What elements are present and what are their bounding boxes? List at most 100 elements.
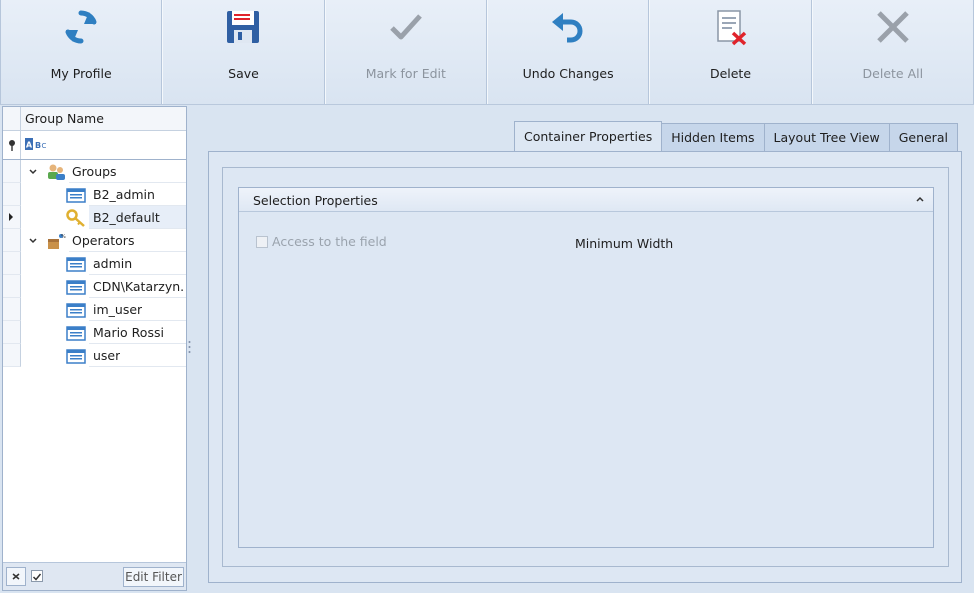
record-icon <box>66 257 86 272</box>
tree-cell: B2_default <box>89 206 186 229</box>
svg-text:%: % <box>61 234 66 240</box>
row-indicator <box>3 252 21 275</box>
svg-text:C: C <box>42 142 47 150</box>
tree-cell: im_user <box>89 298 186 321</box>
record-icon <box>66 188 86 203</box>
record-icon <box>66 326 86 341</box>
x-icon <box>877 11 909 43</box>
chevron-down-icon[interactable] <box>28 167 38 177</box>
tree-cell: user <box>89 344 186 367</box>
access-to-field-label: Access to the field <box>272 234 387 249</box>
tree-cell: admin <box>89 252 186 275</box>
checkmark-icon <box>390 14 422 40</box>
group-name-header-text: Group Name <box>25 111 104 126</box>
floppy-disk-icon <box>227 11 260 43</box>
row-indicator <box>3 160 21 183</box>
properties-tab-strip: Container Properties Hidden Items Layout… <box>514 121 958 152</box>
operators-icon: % <box>48 234 66 249</box>
tree-node-b2-admin[interactable]: B2_admin <box>3 183 186 206</box>
tree-node-mario-rossi[interactable]: Mario Rossi <box>3 321 186 344</box>
container-properties-panel: Selection Properties Access to the field… <box>222 167 949 567</box>
tree-node-user[interactable]: user <box>3 344 186 367</box>
splitter-grip-icon[interactable] <box>188 340 191 354</box>
delete-all-button[interactable]: Delete All <box>811 0 974 104</box>
delete-button[interactable]: Delete <box>649 0 812 104</box>
tab-general[interactable]: General <box>888 123 958 152</box>
tree-node-im-user[interactable]: im_user <box>3 298 186 321</box>
row-indicator <box>3 275 21 298</box>
row-indicator <box>3 344 21 367</box>
delete-all-label: Delete All <box>862 66 924 81</box>
tree-cell: Groups <box>69 160 186 183</box>
tree-cell: CDN\Katarzyn... <box>89 275 186 298</box>
tab-hidden-items[interactable]: Hidden Items <box>661 123 765 152</box>
header-indicator-cell <box>3 107 21 130</box>
tree-node-label: Operators <box>72 233 135 248</box>
my-profile-label: My Profile <box>50 66 112 81</box>
svg-text:B: B <box>35 141 41 150</box>
tree-node-label: user <box>93 348 121 363</box>
row-indicator <box>3 298 21 321</box>
abc-filter-icon[interactable]: A B C <box>25 138 47 150</box>
tree-node-cdn-katarzyna[interactable]: CDN\Katarzyn... <box>3 275 186 298</box>
save-label: Save <box>228 66 259 81</box>
tree-node-label: Groups <box>72 164 117 179</box>
auto-filter-row[interactable]: A B C <box>3 131 186 160</box>
group-tree: Groups B2_admin B2_default % Operators a… <box>3 160 186 367</box>
chevron-up-icon[interactable] <box>916 196 924 202</box>
svg-text:A: A <box>26 141 33 150</box>
tree-node-b2-default[interactable]: B2_default <box>3 206 186 229</box>
filter-panel: Edit Filter <box>3 562 186 590</box>
chevron-down-icon[interactable] <box>28 236 38 246</box>
tree-cell: B2_admin <box>89 183 186 206</box>
users-group-icon <box>48 164 65 180</box>
tree-node-admin[interactable]: admin <box>3 252 186 275</box>
row-indicator <box>3 206 21 229</box>
edit-filter-button[interactable]: Edit Filter <box>123 567 184 587</box>
row-indicator <box>3 229 21 252</box>
selection-properties-header[interactable]: Selection Properties <box>239 188 933 212</box>
my-profile-button[interactable]: My Profile <box>0 0 163 104</box>
group-name-column-header[interactable]: Group Name <box>3 107 186 131</box>
filter-enabled-checkbox[interactable] <box>31 570 43 582</box>
record-icon <box>66 349 86 364</box>
save-button[interactable]: Save <box>162 0 325 104</box>
undo-changes-label: Undo Changes <box>522 66 614 81</box>
tree-node-label: admin <box>93 256 133 271</box>
group-tree-panel: Group Name A B C Groups B2_admin B2_defa… <box>2 106 187 591</box>
minimum-width-label: Minimum Width <box>575 236 674 251</box>
undo-arrow-icon <box>552 13 583 43</box>
clear-filter-button[interactable] <box>6 567 26 586</box>
mark-for-edit-label: Mark for Edit <box>365 66 446 81</box>
tree-node-label: B2_admin <box>93 187 155 202</box>
tree-node-label: Mario Rossi <box>93 325 164 340</box>
selection-properties-title: Selection Properties <box>253 193 378 208</box>
tree-node-label: im_user <box>93 302 143 317</box>
filter-indicator-cell <box>3 131 21 159</box>
tree-cell: Operators <box>69 229 186 252</box>
record-icon <box>66 280 86 295</box>
record-icon <box>66 303 86 318</box>
tree-node-label: B2_default <box>93 210 160 225</box>
pin-icon <box>9 140 15 151</box>
row-indicator <box>3 183 21 206</box>
key-icon <box>66 209 85 227</box>
refresh-icon <box>65 10 97 44</box>
row-indicator <box>3 321 21 344</box>
focused-row-arrow-icon <box>9 213 13 221</box>
access-to-field-checkbox[interactable] <box>256 236 268 248</box>
selection-properties-group: Selection Properties Access to the field… <box>238 187 934 548</box>
tab-container-properties[interactable]: Container Properties <box>514 121 663 152</box>
tab-layout-tree-view[interactable]: Layout Tree View <box>763 123 890 152</box>
delete-label: Delete <box>709 66 752 81</box>
tree-node-operators[interactable]: % Operators <box>3 229 186 252</box>
checkmark-icon <box>32 573 42 581</box>
delete-document-icon <box>717 10 747 46</box>
tree-cell: Mario Rossi <box>89 321 186 344</box>
mark-for-edit-button[interactable]: Mark for Edit <box>324 0 487 104</box>
tab-content: Selection Properties Access to the field… <box>208 151 962 583</box>
tree-node-groups[interactable]: Groups <box>3 160 186 183</box>
tree-node-label: CDN\Katarzyn... <box>93 279 184 294</box>
undo-changes-button[interactable]: Undo Changes <box>486 0 650 104</box>
toolbar: My Profile Save Mark for Edit Undo Chang… <box>0 0 974 105</box>
